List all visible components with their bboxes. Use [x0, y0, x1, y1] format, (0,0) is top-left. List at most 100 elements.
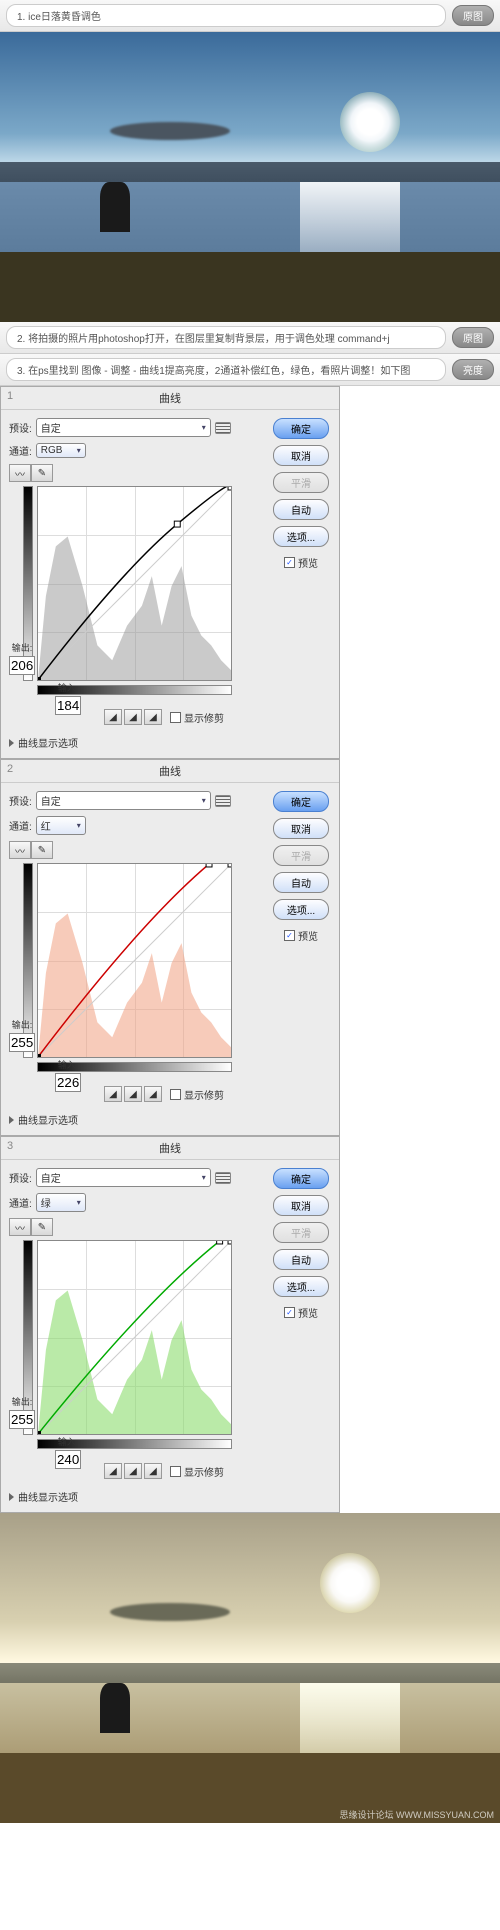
preset-value: 自定	[41, 420, 61, 435]
input-field[interactable]	[55, 1073, 81, 1092]
output-field[interactable]	[9, 1410, 35, 1429]
channel-value: RGB	[41, 445, 63, 456]
chevron-down-icon: ▾	[202, 1173, 206, 1182]
output-label: 输出:	[9, 1395, 35, 1408]
options-button[interactable]: 选项...	[273, 526, 329, 547]
smooth-button[interactable]: 平滑	[273, 1222, 329, 1243]
eyedropper-black-icon[interactable]: ◢	[104, 1463, 122, 1479]
preset-dropdown[interactable]: 自定 ▾	[36, 791, 211, 810]
dialog-number: 3	[7, 1140, 13, 1152]
output-label: 输出:	[9, 641, 35, 654]
dialog-title: 曲线	[1, 1137, 339, 1160]
eyedropper-white-icon[interactable]: ◢	[144, 1086, 162, 1102]
curve-tool-pencil[interactable]: ✎	[31, 841, 53, 859]
auto-button[interactable]: 自动	[273, 1249, 329, 1270]
channel-dropdown[interactable]: RGB ▾	[36, 443, 86, 458]
eyedropper-gray-icon[interactable]: ◢	[124, 1086, 142, 1102]
smooth-button[interactable]: 平滑	[273, 472, 329, 493]
menu-icon[interactable]	[215, 422, 231, 434]
watermark: 思缘设计论坛 WWW.MISSYUAN.COM	[340, 1808, 495, 1821]
channel-label: 通道:	[9, 1195, 32, 1210]
curves-dialog-3: 3 曲线 预设: 自定 ▾ 通道: 绿▾ 〰	[0, 1136, 340, 1513]
step-text-1: 1. ice日落黄昏调色	[6, 4, 446, 27]
output-field[interactable]	[9, 1033, 35, 1052]
channel-value: 红	[41, 818, 51, 833]
step-bar-3: 3. 在ps里找到 图像 - 调整 - 曲线1提高亮度，2通道补偿红色，绿色，看…	[0, 354, 500, 386]
channel-value: 绿	[41, 1195, 51, 1210]
preset-label: 预设:	[9, 1170, 32, 1185]
chevron-down-icon: ▾	[77, 446, 81, 455]
curve-display-options[interactable]: 曲线显示选项	[9, 1112, 261, 1127]
cancel-button[interactable]: 取消	[273, 445, 329, 466]
channel-label: 通道:	[9, 818, 32, 833]
chevron-down-icon: ▾	[77, 821, 81, 830]
smooth-button[interactable]: 平滑	[273, 845, 329, 866]
eyedropper-gray-icon[interactable]: ◢	[124, 1463, 142, 1479]
preset-dropdown[interactable]: 自定 ▾	[36, 1168, 211, 1187]
input-field[interactable]	[55, 1450, 81, 1469]
dialog-title: 曲线	[1, 387, 339, 410]
curves-dialog-1: 1 曲线 预设: 自定▾ 通道: RGB▾ 〰	[0, 386, 340, 759]
dialog-number: 2	[7, 763, 13, 775]
preview-checkbox[interactable]: ✓预览	[284, 1305, 318, 1320]
curve-graph[interactable]: 输出: 输入:	[37, 486, 232, 681]
chevron-down-icon: ▾	[202, 423, 206, 432]
input-label: 输入:	[55, 1058, 81, 1071]
show-clipping-checkbox[interactable]: 显示修剪	[170, 1087, 224, 1102]
curve-tool-pencil[interactable]: ✎	[31, 464, 53, 482]
preset-value: 自定	[41, 793, 61, 808]
curve-graph[interactable]: 输出: 输入:	[37, 863, 232, 1058]
curve-tool-point[interactable]: 〰	[9, 1218, 31, 1236]
triangle-right-icon	[9, 1116, 14, 1124]
sun-icon	[340, 92, 400, 152]
auto-button[interactable]: 自动	[273, 872, 329, 893]
options-button[interactable]: 选项...	[273, 1276, 329, 1297]
curve-display-options[interactable]: 曲线显示选项	[9, 735, 261, 750]
chevron-down-icon: ▾	[202, 796, 206, 805]
preset-value: 自定	[41, 1170, 61, 1185]
step-bar-2: 2. 将拍摄的照片用photoshop打开，在图层里复制背景层，用于调色处理 c…	[0, 322, 500, 354]
curve-tool-point[interactable]: 〰	[9, 464, 31, 482]
step-bar-1: 1. ice日落黄昏调色 原图	[0, 0, 500, 32]
step-btn-brightness[interactable]: 亮度	[452, 359, 494, 380]
show-clipping-checkbox[interactable]: 显示修剪	[170, 710, 224, 725]
input-label: 输入:	[55, 1435, 81, 1448]
eyedropper-white-icon[interactable]: ◢	[144, 709, 162, 725]
photo-before	[0, 32, 500, 322]
curve-tool-point[interactable]: 〰	[9, 841, 31, 859]
preview-checkbox[interactable]: ✓预览	[284, 555, 318, 570]
step-btn-original-2[interactable]: 原图	[452, 327, 494, 348]
auto-button[interactable]: 自动	[273, 499, 329, 520]
channel-dropdown[interactable]: 红▾	[36, 816, 86, 835]
step-text-2: 2. 将拍摄的照片用photoshop打开，在图层里复制背景层，用于调色处理 c…	[6, 326, 446, 349]
output-field[interactable]	[9, 656, 35, 675]
preset-dropdown[interactable]: 自定 ▾	[36, 418, 211, 437]
eyedropper-white-icon[interactable]: ◢	[144, 1463, 162, 1479]
sun-icon	[320, 1553, 380, 1613]
curve-display-options[interactable]: 曲线显示选项	[9, 1489, 261, 1504]
input-label: 输入:	[55, 681, 81, 694]
dialog-title: 曲线	[1, 760, 339, 783]
cancel-button[interactable]: 取消	[273, 818, 329, 839]
eyedropper-black-icon[interactable]: ◢	[104, 1086, 122, 1102]
menu-icon[interactable]	[215, 795, 231, 807]
curve-tool-pencil[interactable]: ✎	[31, 1218, 53, 1236]
ok-button[interactable]: 确定	[273, 418, 329, 439]
menu-icon[interactable]	[215, 1172, 231, 1184]
triangle-right-icon	[9, 1493, 14, 1501]
channel-dropdown[interactable]: 绿▾	[36, 1193, 86, 1212]
show-clipping-checkbox[interactable]: 显示修剪	[170, 1464, 224, 1479]
ok-button[interactable]: 确定	[273, 791, 329, 812]
input-field[interactable]	[55, 696, 81, 715]
preview-checkbox[interactable]: ✓预览	[284, 928, 318, 943]
options-button[interactable]: 选项...	[273, 899, 329, 920]
curve-graph[interactable]: 输出: 输入:	[37, 1240, 232, 1435]
dialog-number: 1	[7, 390, 13, 402]
ok-button[interactable]: 确定	[273, 1168, 329, 1189]
triangle-right-icon	[9, 739, 14, 747]
eyedropper-black-icon[interactable]: ◢	[104, 709, 122, 725]
step-btn-original-1[interactable]: 原图	[452, 5, 494, 26]
eyedropper-gray-icon[interactable]: ◢	[124, 709, 142, 725]
cancel-button[interactable]: 取消	[273, 1195, 329, 1216]
preset-label: 预设:	[9, 793, 32, 808]
